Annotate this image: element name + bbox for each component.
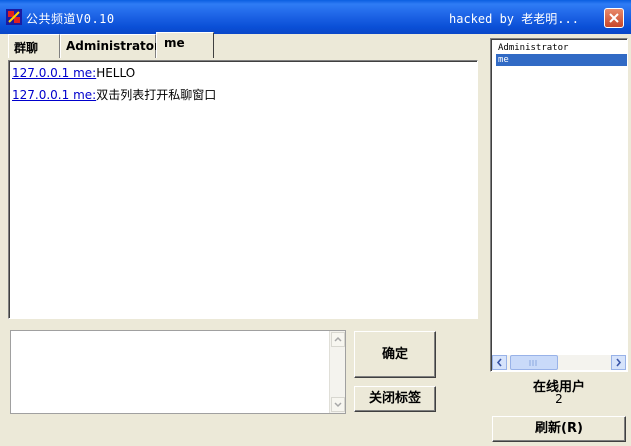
message-sender-link[interactable]: 127.0.0.1 me: bbox=[12, 66, 96, 80]
chevron-left-icon bbox=[496, 358, 502, 367]
chevron-right-icon bbox=[616, 358, 622, 367]
tab-me-label: me bbox=[164, 36, 185, 50]
message-input[interactable] bbox=[10, 330, 346, 414]
scroll-thumb[interactable] bbox=[510, 355, 558, 370]
title-credit: hacked by 老老明... bbox=[449, 12, 579, 26]
chevron-up-icon bbox=[334, 336, 342, 342]
tab-me[interactable]: me bbox=[156, 32, 214, 58]
tab-group-chat-label: 群聊 bbox=[14, 41, 39, 55]
message-text: HELLO bbox=[96, 66, 136, 80]
tab-administrator[interactable]: Administrator bbox=[60, 34, 160, 58]
chevron-down-icon bbox=[334, 402, 342, 408]
scroll-down-button[interactable] bbox=[331, 397, 345, 412]
chat-history[interactable]: 127.0.0.1 me:HELLO 127.0.0.1 me:双击列表打开私聊… bbox=[8, 60, 478, 319]
online-user-list[interactable]: Administrator me bbox=[490, 38, 628, 372]
confirm-button[interactable]: 确定 bbox=[354, 331, 436, 378]
online-users-count: 2 bbox=[555, 392, 563, 406]
message-row: 127.0.0.1 me:HELLO bbox=[12, 66, 135, 80]
app-icon bbox=[6, 9, 22, 25]
scroll-up-button[interactable] bbox=[331, 332, 345, 347]
title-bar[interactable]: 公共频道V0.10 hacked by 老老明... bbox=[0, 0, 631, 34]
user-list-horizontal-scrollbar[interactable] bbox=[492, 355, 626, 370]
message-row: 127.0.0.1 me:双击列表打开私聊窗口 bbox=[12, 86, 216, 103]
user-list-item-selected[interactable]: me bbox=[496, 54, 627, 66]
refresh-button[interactable]: 刷新(R) bbox=[492, 416, 626, 442]
tab-administrator-label: Administrator bbox=[66, 39, 160, 53]
tab-group-chat[interactable]: 群聊 bbox=[8, 34, 60, 58]
input-vertical-scrollbar[interactable] bbox=[329, 331, 345, 413]
scroll-left-button[interactable] bbox=[492, 355, 507, 370]
scroll-right-button[interactable] bbox=[611, 355, 626, 370]
close-tab-button[interactable]: 关闭标签 bbox=[354, 386, 436, 412]
window-title: 公共频道V0.10 bbox=[26, 12, 115, 26]
close-icon bbox=[609, 13, 619, 23]
close-button[interactable] bbox=[604, 8, 624, 28]
grip-icon bbox=[529, 360, 537, 366]
message-sender-link[interactable]: 127.0.0.1 me: bbox=[12, 88, 96, 102]
message-text: 双击列表打开私聊窗口 bbox=[96, 88, 217, 102]
user-list-item[interactable]: Administrator bbox=[496, 42, 627, 54]
